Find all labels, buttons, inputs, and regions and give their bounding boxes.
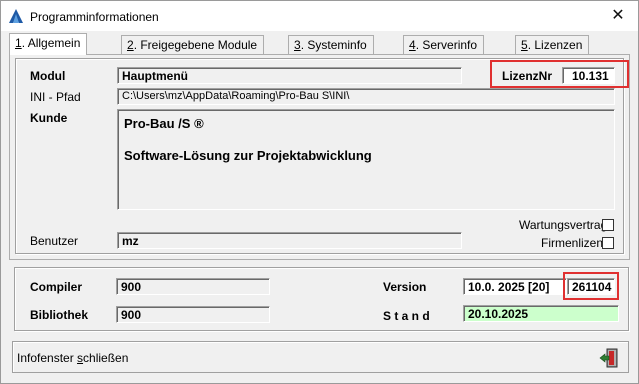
modul-label: Modul — [30, 69, 66, 83]
version-field: 10.0. 2025 [20] — [463, 278, 567, 295]
lizenznr-highlight — [490, 60, 629, 88]
kunde-label: Kunde — [30, 111, 68, 125]
close-info-button[interactable]: Infofenster schließen — [12, 341, 629, 373]
tab-panel-allgemein: Modul Hauptmenü LizenzNr 10.131 INI - Pf… — [9, 54, 630, 260]
bibliothek-label: Bibliothek — [30, 308, 89, 322]
tab-allgemein-key: 1 — [15, 36, 22, 50]
title-bar: Programminformationen ✕ — [1, 1, 638, 31]
build-number-highlight — [563, 272, 619, 300]
tab-module-label: . Freigegebene Module — [133, 38, 258, 52]
close-info-label: Infofenster schließen — [17, 351, 128, 365]
kunde-line-1: Pro-Bau /S ® — [124, 116, 204, 131]
close-info-prefix: Infofenster — [17, 351, 78, 365]
wartungsvertrag-checkbox[interactable] — [602, 219, 614, 231]
ini-path-field: C:\Users\mz\AppData\Roaming\Pro-Bau S\IN… — [117, 88, 615, 105]
tab-serverinfo-label: . Serverinfo — [415, 38, 478, 52]
tab-allgemein-label: . Allgemein — [21, 36, 81, 50]
tab-serverinfo-key: 4 — [409, 38, 416, 52]
ini-path-label: INI - Pfad — [30, 90, 81, 104]
firmenlizenz-checkbox[interactable] — [602, 237, 614, 249]
kunde-line-2: Software-Lösung zur Projektabwicklung — [124, 148, 372, 163]
modul-field: Hauptmenü — [117, 67, 462, 84]
kunde-memo: Pro-Bau /S ® Software-Lösung zur Projekt… — [117, 109, 615, 210]
build-info-group: Compiler 900 Bibliothek 900 Version 10.0… — [14, 267, 629, 331]
close-info-suffix: chließen — [83, 351, 129, 365]
close-window-button[interactable]: ✕ — [608, 6, 628, 26]
version-label: Version — [383, 280, 427, 294]
compiler-field: 900 — [116, 278, 270, 295]
tab-module-key: 2 — [127, 38, 134, 52]
firmenlizenz-label: Firmenlizenz — [541, 236, 610, 250]
tab-lizenzen-key: 5 — [521, 38, 528, 52]
tab-strip: 1. Allgemein 2. Freigegebene Module 3. S… — [9, 33, 629, 55]
tab-systeminfo-label: . Systeminfo — [300, 38, 367, 52]
benutzer-field: mz — [117, 232, 462, 249]
stand-date-field: 20.10.2025 — [463, 305, 619, 322]
tab-lizenzen-label: . Lizenzen — [527, 38, 583, 52]
program-info-window: Programminformationen ✕ 1. Allgemein 2. … — [0, 0, 639, 384]
window-title: Programminformationen — [30, 10, 159, 24]
tab-lizenzen[interactable]: 5. Lizenzen — [515, 35, 590, 54]
tab-systeminfo[interactable]: 3. Systeminfo — [288, 35, 374, 54]
tab-allgemein[interactable]: 1. Allgemein — [9, 33, 88, 55]
app-logo-icon — [9, 9, 23, 23]
general-info-group: Modul Hauptmenü LizenzNr 10.131 INI - Pf… — [15, 58, 629, 254]
benutzer-label: Benutzer — [30, 234, 79, 248]
exit-door-icon — [599, 348, 618, 368]
compiler-label: Compiler — [30, 280, 83, 294]
bibliothek-field: 900 — [116, 306, 270, 323]
tab-freigegebene-module[interactable]: 2. Freigegebene Module — [121, 35, 265, 54]
stand-label: S t a n d — [383, 309, 430, 323]
tab-systeminfo-key: 3 — [294, 38, 301, 52]
tab-serverinfo[interactable]: 4. Serverinfo — [403, 35, 485, 54]
wartungsvertrag-label: Wartungsvertrag — [519, 218, 608, 232]
